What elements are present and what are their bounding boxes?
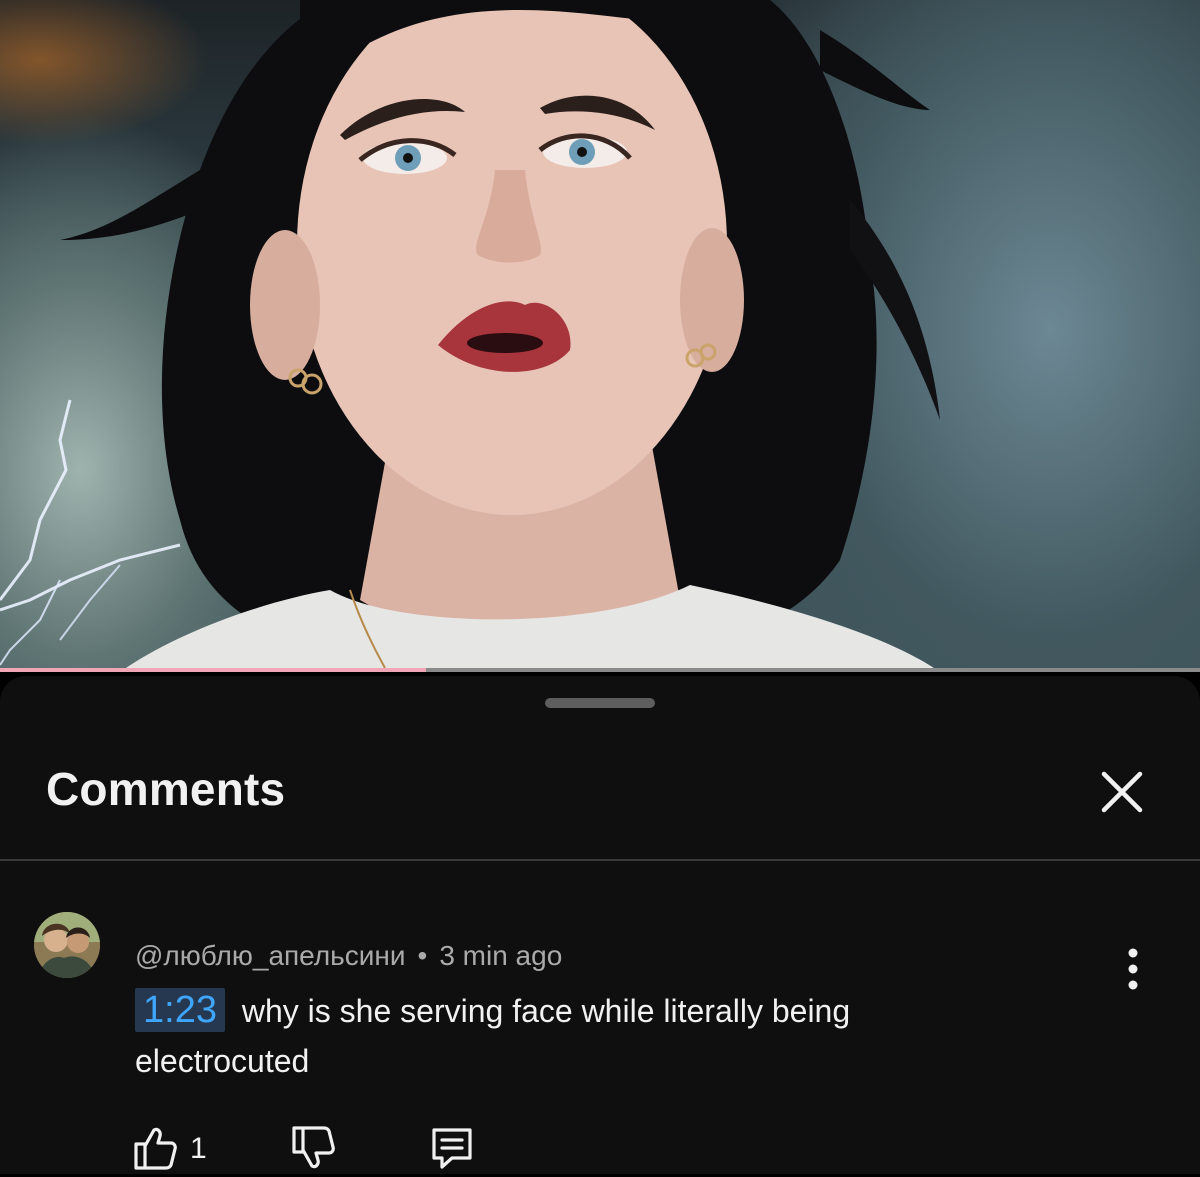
comment-author[interactable]: @люблю_апельсини xyxy=(135,940,406,971)
comment-body: 1:23 why is she serving face while liter… xyxy=(135,986,1015,1086)
drag-handle[interactable] xyxy=(545,698,655,708)
reply-icon xyxy=(432,1128,472,1169)
close-button[interactable] xyxy=(1096,766,1148,818)
like-button[interactable]: 1 xyxy=(132,1124,207,1177)
avatar[interactable] xyxy=(34,912,100,978)
comment-time: 3 min ago xyxy=(439,940,563,971)
comment-meta: @люблю_апельсини • 3 min ago xyxy=(135,940,562,972)
video-frame xyxy=(0,0,940,672)
header-divider xyxy=(0,859,1200,861)
like-count: 1 xyxy=(190,1132,207,1165)
video-progress-fill xyxy=(0,668,426,672)
close-icon xyxy=(1101,771,1143,813)
dislike-button[interactable] xyxy=(290,1124,336,1177)
thumbs-up-icon xyxy=(134,1127,177,1170)
comments-title: Comments xyxy=(46,763,286,815)
reply-button[interactable] xyxy=(428,1124,476,1177)
more-vert-icon xyxy=(1128,948,1138,990)
video-player[interactable] xyxy=(0,0,1200,672)
avatar-image xyxy=(34,912,100,978)
meta-separator: • xyxy=(417,940,428,971)
comment-more-button[interactable] xyxy=(1112,944,1154,994)
thumbs-down-icon xyxy=(292,1126,335,1169)
comment-text: why is she serving face while literally … xyxy=(135,993,851,1079)
comments-panel: Comments @люблю_апельсини • 3 min ago 1:23… xyxy=(0,676,1200,1174)
video-progress-bar[interactable] xyxy=(0,668,1200,672)
timestamp-link[interactable]: 1:23 xyxy=(135,988,225,1032)
